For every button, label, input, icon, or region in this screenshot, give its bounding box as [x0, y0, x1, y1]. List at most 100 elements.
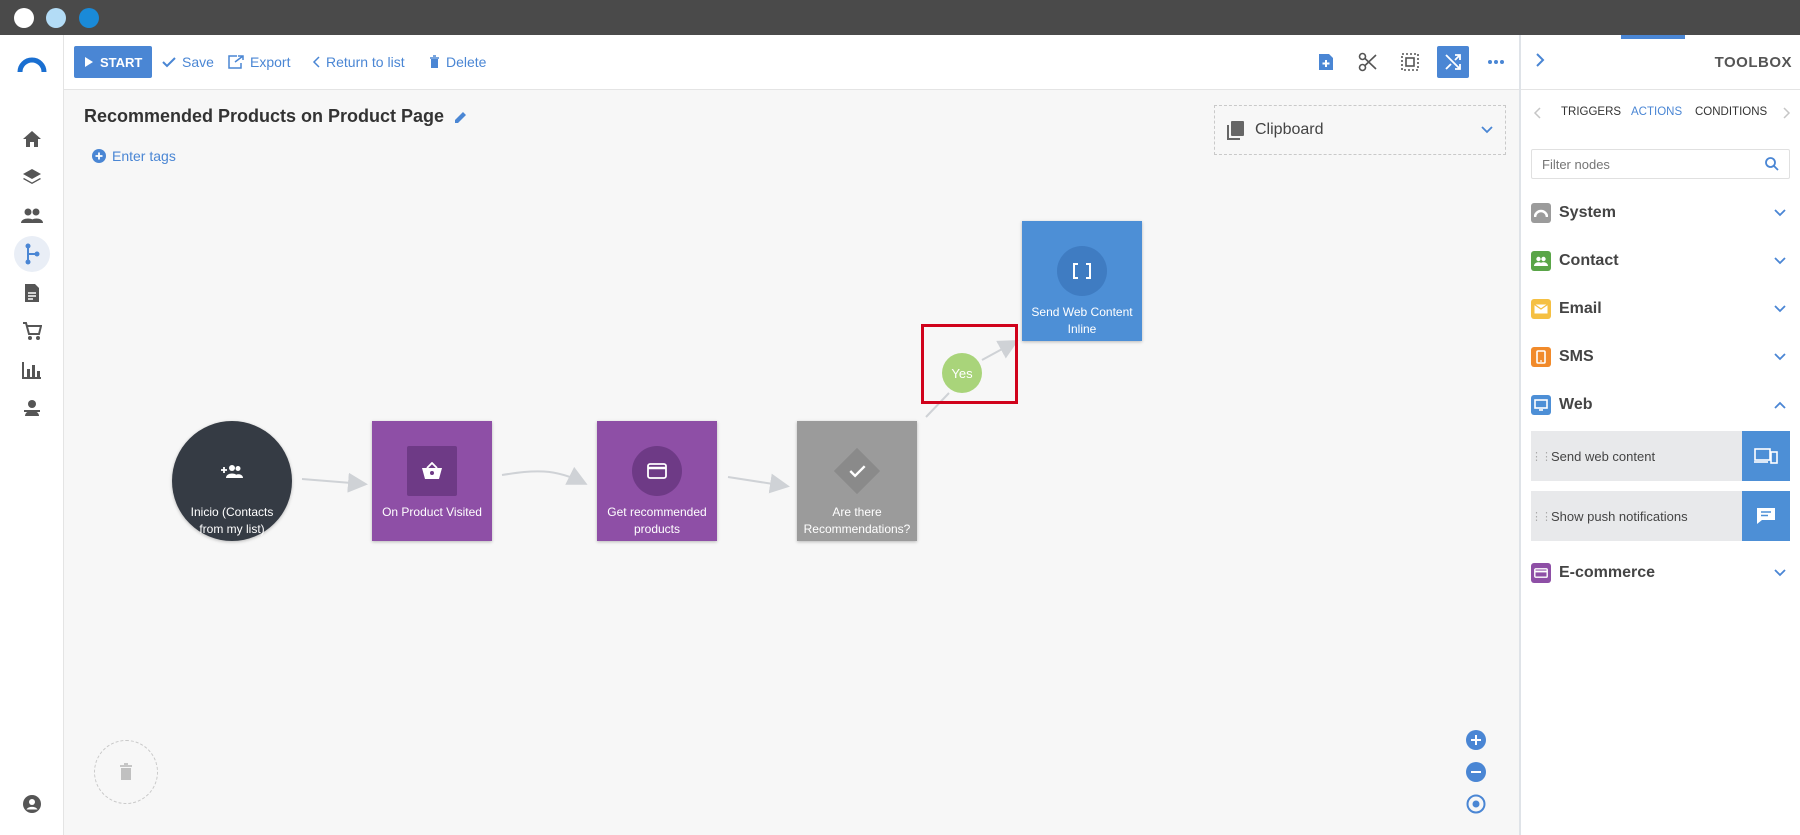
home-icon[interactable]: [14, 121, 50, 157]
toolbox-header: TOOLBOX: [1521, 35, 1800, 90]
start-button[interactable]: START: [74, 46, 153, 78]
export-icon: [228, 55, 244, 69]
add-note-icon[interactable]: [1310, 46, 1342, 78]
zoom-out-icon[interactable]: [1465, 761, 1487, 783]
category-sms[interactable]: SMS: [1531, 339, 1790, 375]
category-sms-label: SMS: [1559, 348, 1594, 365]
chevron-down-icon: [1774, 305, 1786, 313]
category-email[interactable]: Email: [1531, 291, 1790, 327]
account-icon[interactable]: [14, 786, 50, 822]
chevron-down-icon: [1774, 353, 1786, 361]
toolbox-title: TOOLBOX: [1714, 54, 1792, 71]
check-diamond-icon: [832, 446, 882, 496]
agent-icon[interactable]: [14, 390, 50, 426]
collapse-toolbox-icon[interactable]: [1535, 52, 1545, 68]
start-node[interactable]: Inicio (Contacts from my list): [172, 421, 292, 541]
basket-icon: [407, 446, 457, 496]
system-icon: [1531, 203, 1551, 223]
active-tab-indicator: [1621, 35, 1685, 39]
workflows-icon[interactable]: [14, 236, 50, 272]
condition-node[interactable]: Are there Recommendations?: [797, 421, 917, 541]
category-contact[interactable]: Contact: [1531, 243, 1790, 279]
chevron-down-icon: [1774, 209, 1786, 217]
delete-label: Delete: [446, 54, 487, 70]
document-icon[interactable]: [14, 275, 50, 311]
devices-icon: [1742, 431, 1790, 481]
check-icon: [162, 57, 176, 68]
center-view-icon[interactable]: [1465, 793, 1487, 815]
delete-button[interactable]: Delete: [429, 46, 486, 78]
window-maximize-dot[interactable]: [79, 8, 99, 28]
send-web-content-label: Send Web Content Inline: [1031, 305, 1133, 336]
shuffle-icon[interactable]: [1437, 46, 1469, 78]
play-icon: [85, 57, 93, 67]
show-push-notifications-item[interactable]: ⋮⋮ Show push notifications: [1531, 491, 1790, 541]
reports-icon[interactable]: [14, 352, 50, 388]
product-visited-node[interactable]: On Product Visited: [372, 421, 492, 541]
trash-dropzone[interactable]: [94, 740, 158, 804]
window-close-dot[interactable]: [14, 8, 34, 28]
yes-badge[interactable]: Yes: [942, 353, 982, 393]
return-label: Return to list: [326, 54, 405, 70]
recommended-products-label: Get recommended products: [607, 505, 707, 536]
contact-icon: [1531, 251, 1551, 271]
connector-2[interactable]: [501, 466, 588, 485]
scissors-icon[interactable]: [1352, 46, 1384, 78]
filter-nodes-input[interactable]: [1542, 156, 1765, 172]
monitor-icon: [1531, 395, 1551, 415]
tab-conditions[interactable]: CONDITIONS: [1695, 106, 1767, 118]
recommended-products-node[interactable]: Get recommended products: [597, 421, 717, 541]
category-contact-label: Contact: [1559, 252, 1619, 269]
send-web-content-node[interactable]: Send Web Content Inline: [1022, 221, 1142, 341]
yes-label: Yes: [951, 365, 973, 381]
ecommerce-icon: [1531, 563, 1551, 583]
condition-label: Are there Recommendations?: [803, 505, 911, 536]
drag-handle-icon[interactable]: ⋮⋮: [1531, 450, 1552, 463]
cart-icon[interactable]: [14, 313, 50, 349]
window-minimize-dot[interactable]: [46, 8, 66, 28]
tabs-next-icon[interactable]: [1783, 107, 1791, 119]
save-button[interactable]: Save: [162, 46, 214, 78]
category-web[interactable]: Web: [1531, 387, 1790, 423]
search-icon[interactable]: [1765, 157, 1779, 171]
workflow-canvas[interactable]: Recommended Products on Product Page Ent…: [64, 90, 1519, 835]
trash-icon: [430, 55, 439, 68]
select-all-icon[interactable]: [1394, 46, 1426, 78]
logo-icon[interactable]: [14, 46, 50, 82]
drag-handle-icon[interactable]: ⋮⋮: [1531, 510, 1552, 523]
show-push-notifications-item-label: Show push notifications: [1551, 508, 1688, 524]
phone-icon: [1531, 347, 1551, 367]
send-web-content-item-label: Send web content: [1551, 448, 1656, 464]
save-label: Save: [182, 54, 214, 70]
category-ecommerce-label: E-commerce: [1559, 564, 1656, 581]
product-visited-label: On Product Visited: [382, 505, 482, 519]
return-to-list-button[interactable]: Return to list: [312, 46, 405, 78]
export-button[interactable]: Export: [228, 46, 290, 78]
contacts-icon[interactable]: [14, 198, 50, 234]
category-system-label: System: [1559, 204, 1616, 221]
export-label: Export: [250, 54, 291, 70]
category-ecommerce[interactable]: E-commerce: [1531, 555, 1790, 591]
toolbox-panel: TOOLBOX TRIGGERS ACTIONS CONDITIONS Syst…: [1519, 35, 1800, 835]
tab-triggers[interactable]: TRIGGERS: [1561, 106, 1621, 118]
connector-1[interactable]: [301, 472, 368, 493]
chevron-down-icon: [1774, 257, 1786, 265]
tab-actions[interactable]: ACTIONS: [1631, 106, 1682, 118]
add-contacts-icon: [207, 446, 257, 496]
category-web-label: Web: [1559, 396, 1593, 413]
send-web-content-item[interactable]: ⋮⋮ Send web content: [1531, 431, 1790, 481]
more-options-icon[interactable]: [1480, 46, 1512, 78]
connector-3[interactable]: [727, 473, 790, 494]
tabs-prev-icon[interactable]: [1533, 107, 1541, 119]
category-system[interactable]: System: [1531, 195, 1790, 231]
layers-icon[interactable]: [14, 159, 50, 195]
zoom-in-icon[interactable]: [1465, 729, 1487, 751]
toolbox-tabs: TRIGGERS ACTIONS CONDITIONS: [1521, 90, 1800, 136]
email-icon: [1531, 299, 1551, 319]
trash-icon: [120, 763, 132, 780]
chat-icon: [1742, 491, 1790, 541]
filter-nodes-field[interactable]: [1531, 149, 1790, 179]
left-sidebar: [0, 35, 64, 835]
chevron-left-icon: [312, 56, 320, 68]
start-node-label: Inicio (Contacts from my list): [190, 505, 274, 536]
